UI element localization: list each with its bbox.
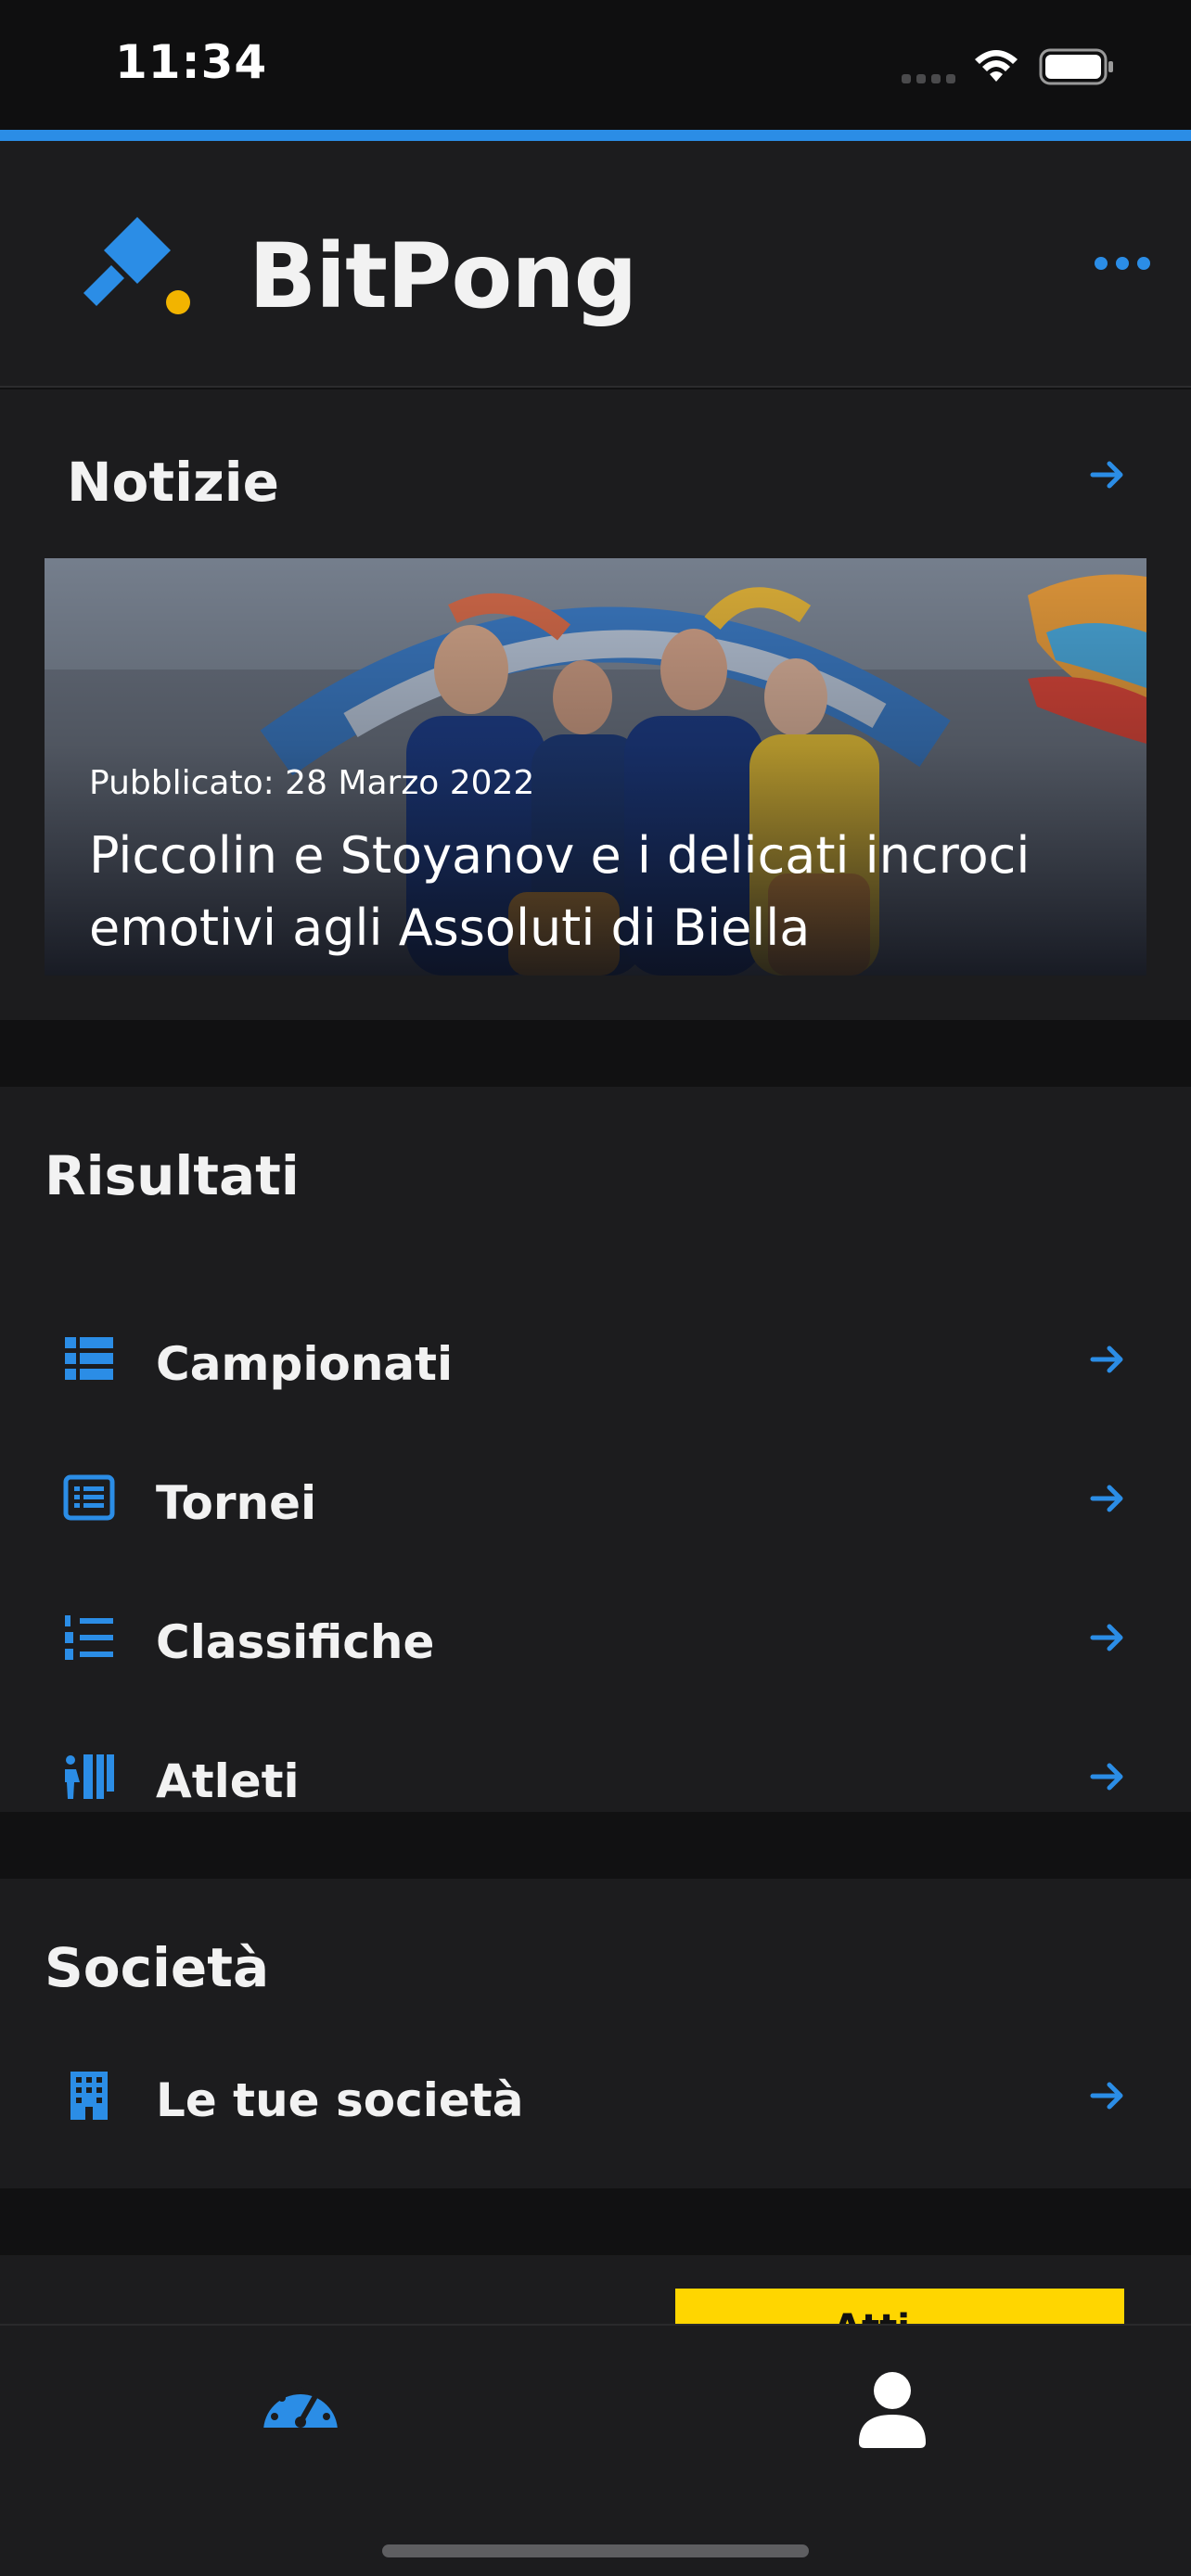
ad-section: Atti <box>0 2255 1191 2329</box>
arrow-right-icon <box>1090 1624 1123 1651</box>
societa-title: Società <box>45 1936 270 1999</box>
numbered-list-icon <box>65 1615 113 1660</box>
results-section: Risultati Campionati Tornei Classifiche … <box>0 1087 1191 1812</box>
news-title: Notizie <box>67 451 279 514</box>
tab-bar <box>0 2324 1191 2576</box>
news-headline: Piccolin e Stoyanov e i delicati incroci… <box>89 826 1031 957</box>
table-list-icon <box>65 1337 113 1380</box>
list-item-classifiche[interactable]: Classifiche <box>0 1584 1191 1695</box>
cellular-signal-icon <box>902 74 957 83</box>
wifi-icon <box>975 50 1018 82</box>
list-item-label: Tornei <box>156 1476 317 1530</box>
news-arrow-right-icon[interactable] <box>1089 456 1126 493</box>
status-time: 11:34 <box>115 35 268 89</box>
list-item-label: Atleti <box>156 1754 300 1808</box>
list-item-label: Le tue società <box>156 2073 524 2127</box>
app-header: BitPong <box>0 141 1191 388</box>
app-title: BitPong <box>249 224 637 328</box>
arrow-right-icon <box>1090 1345 1123 1373</box>
news-section: Notizie Pubblicato: 28 Marzo 2022 Piccol… <box>0 389 1191 1020</box>
societa-section: Società Le tue società <box>0 1879 1191 2188</box>
home-indicator <box>382 2544 809 2557</box>
news-date: Pubblicato: 28 Marzo 2022 <box>89 764 535 802</box>
bitpong-logo-icon <box>83 217 190 314</box>
list-item-label: Campionati <box>156 1337 454 1391</box>
list-item-le-tue-societa[interactable]: Le tue società <box>0 2042 1191 2153</box>
list-alt-icon <box>63 1474 115 1521</box>
dashboard-icon[interactable] <box>254 2368 347 2452</box>
arrow-right-icon <box>1090 1763 1123 1791</box>
accent-line <box>0 130 1191 141</box>
athletes-icon <box>65 1754 114 1799</box>
more-options-button[interactable] <box>1095 254 1150 273</box>
building-icon <box>70 2072 108 2120</box>
battery-icon <box>1039 48 1113 85</box>
arrow-right-icon <box>1090 1485 1123 1512</box>
list-item-atleti[interactable]: Atleti <box>0 1723 1191 1834</box>
list-item-label: Classifiche <box>156 1615 435 1669</box>
status-bar: 11:34 <box>0 0 1191 130</box>
user-icon[interactable] <box>846 2368 939 2452</box>
results-title: Risultati <box>45 1144 300 1207</box>
arrow-right-icon <box>1090 2082 1123 2110</box>
list-item-campionati[interactable]: Campionati <box>0 1306 1191 1417</box>
news-article-card[interactable]: Pubblicato: 28 Marzo 2022 Piccolin e Sto… <box>45 558 1146 976</box>
list-item-tornei[interactable]: Tornei <box>0 1445 1191 1556</box>
